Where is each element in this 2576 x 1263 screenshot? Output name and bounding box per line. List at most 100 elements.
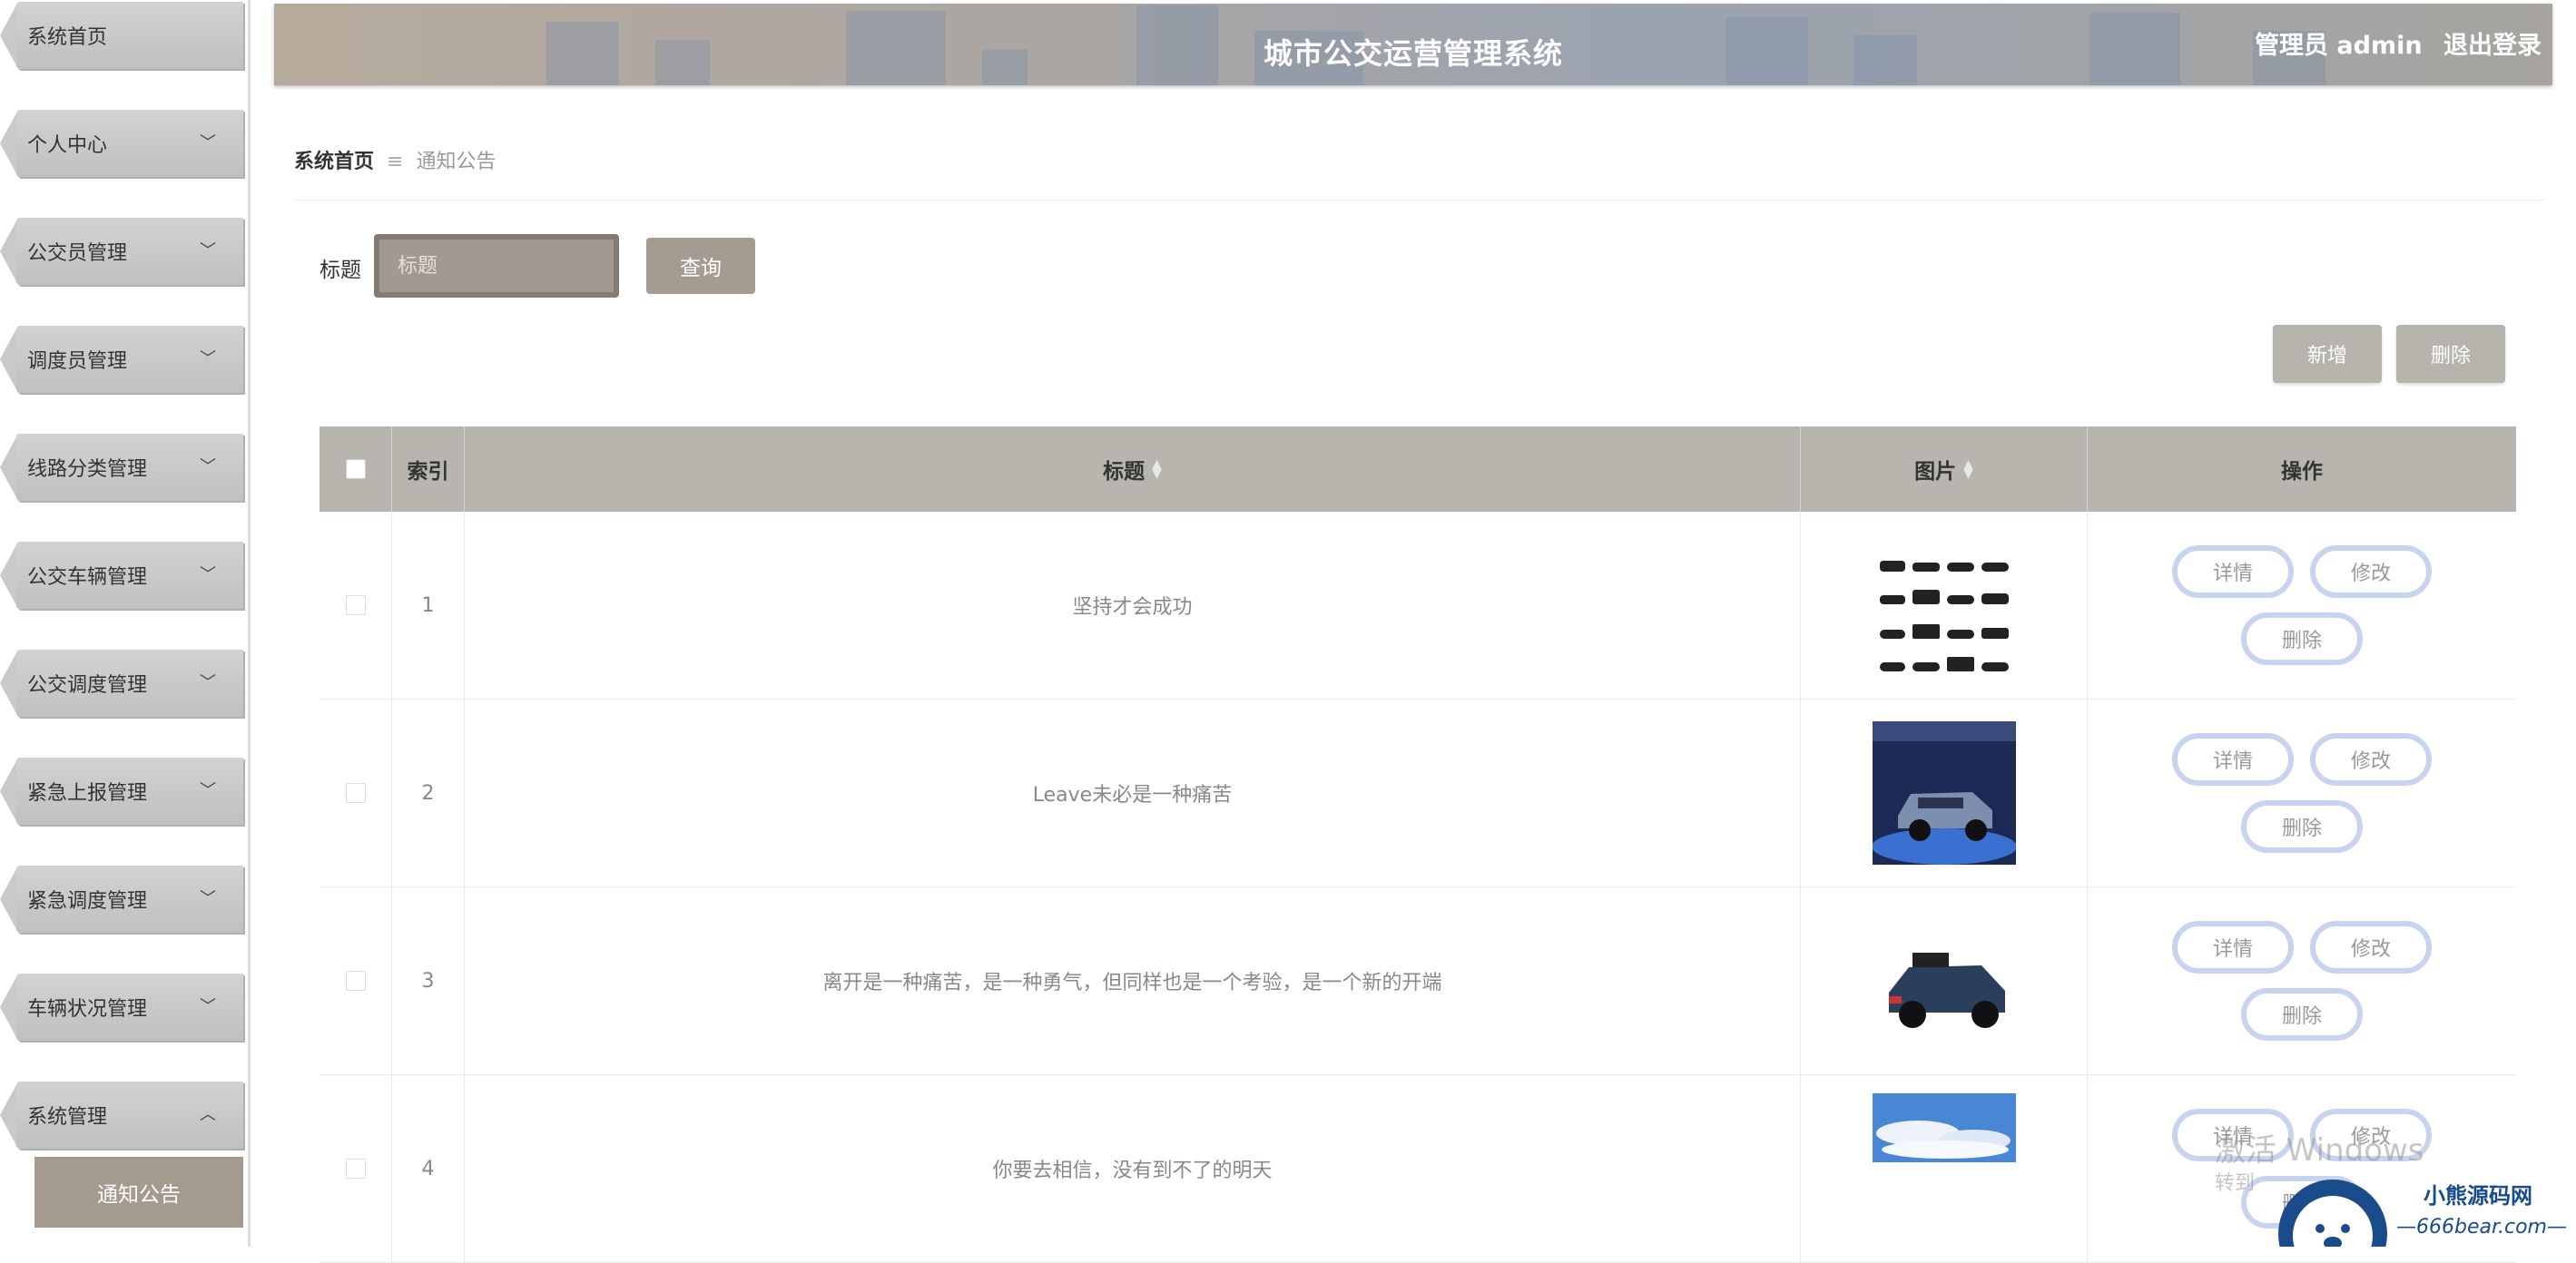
menu-arrow bbox=[0, 326, 18, 393]
operation-buttons: 详情 修改 删除 bbox=[2157, 733, 2447, 853]
table-row: 4 你要去相信，没有到不了的明天 详情 修改 删除 bbox=[320, 1075, 2516, 1263]
search-button[interactable]: 查询 bbox=[646, 238, 755, 294]
suv-showroom-image bbox=[1872, 721, 2016, 865]
row-checkbox-cell bbox=[320, 700, 392, 886]
menu-arrow bbox=[0, 974, 18, 1041]
batch-delete-button[interactable]: 删除 bbox=[2396, 325, 2505, 383]
table-header: 索引 标题 ▲ ▼ 图片 ▲ ▼ 操作 bbox=[320, 426, 2516, 512]
row-image-cell bbox=[1801, 700, 2088, 886]
sidebar: 系统首页 个人中心 ﹀ 公交员管理 ﹀ 调度员管理 ﹀ 线路分类管理 ﹀ 公交车… bbox=[0, 0, 251, 1247]
header-operation-label: 操作 bbox=[2281, 460, 2323, 484]
row-checkbox-cell bbox=[320, 887, 392, 1074]
detail-button[interactable]: 详情 bbox=[2172, 545, 2294, 598]
row-checkbox[interactable] bbox=[345, 1159, 366, 1179]
row-image-cell bbox=[1801, 1075, 2088, 1262]
sidebar-item-label: 系统管理 bbox=[27, 1106, 108, 1129]
row-index: 4 bbox=[392, 1075, 465, 1262]
toy-car-image bbox=[1872, 909, 2016, 1052]
site-url: —666bear.com— bbox=[2396, 1216, 2567, 1239]
title-search-input[interactable] bbox=[374, 234, 619, 298]
row-index: 1 bbox=[392, 512, 465, 699]
chevron-up-icon: ︿ bbox=[200, 1105, 216, 1124]
sidebar-item-route-category[interactable]: 线路分类管理 ﹀ bbox=[0, 434, 243, 501]
menu-arrow bbox=[0, 1082, 18, 1149]
sidebar-item-bus-dispatch[interactable]: 公交调度管理 ﹀ bbox=[0, 650, 243, 717]
chevron-down-icon: ﹀ bbox=[200, 457, 216, 476]
sidebar-subitem-notice[interactable]: 通知公告 bbox=[34, 1157, 243, 1228]
header-image[interactable]: 图片 ▲ ▼ bbox=[1801, 426, 2088, 512]
sidebar-item-vehicle-status[interactable]: 车辆状况管理 ﹀ bbox=[0, 974, 243, 1041]
sort-icon[interactable]: ▲ ▼ bbox=[1152, 458, 1162, 480]
sidebar-item-label: 公交调度管理 bbox=[27, 674, 148, 697]
select-all-checkbox[interactable] bbox=[345, 459, 366, 479]
sidebar-item-emergency-report[interactable]: 紧急上报管理 ﹀ bbox=[0, 758, 243, 825]
sidebar-item-personal-center[interactable]: 个人中心 ﹀ bbox=[0, 110, 243, 177]
row-operations: 详情 修改 删除 bbox=[2088, 512, 2516, 699]
detail-button[interactable]: 详情 bbox=[2172, 921, 2294, 974]
row-image-cell bbox=[1801, 887, 2088, 1074]
edit-button[interactable]: 修改 bbox=[2310, 733, 2432, 786]
delete-button[interactable]: 删除 bbox=[2241, 800, 2363, 853]
sky-clouds-image bbox=[1872, 1093, 2016, 1162]
row-title: 你要去相信，没有到不了的明天 bbox=[465, 1075, 1801, 1262]
sidebar-item-system-management[interactable]: 系统管理 ︿ bbox=[0, 1082, 243, 1149]
chevron-down-icon: ﹀ bbox=[200, 673, 216, 692]
table-row: 2 Leave未必是一种痛苦 详情 修改 删除 bbox=[320, 700, 2516, 887]
sidebar-item-home[interactable]: 系统首页 bbox=[0, 2, 243, 69]
row-checkbox-cell bbox=[320, 512, 392, 699]
chevron-down-icon: ﹀ bbox=[200, 565, 216, 584]
menu-arrow bbox=[0, 758, 18, 825]
sidebar-item-label: 紧急调度管理 bbox=[27, 890, 148, 913]
sort-icon[interactable]: ▲ ▼ bbox=[1963, 458, 1973, 480]
sidebar-item-label: 系统首页 bbox=[27, 26, 108, 49]
menu-arrow bbox=[0, 866, 18, 933]
delete-button[interactable]: 删除 bbox=[2241, 988, 2363, 1041]
edit-button[interactable]: 修改 bbox=[2310, 921, 2432, 974]
header-title-label: 标题 bbox=[1103, 460, 1145, 484]
row-title: 离开是一种痛苦，是一种勇气，但同样也是一个考验，是一个新的开端 bbox=[465, 887, 1801, 1074]
notice-table: 索引 标题 ▲ ▼ 图片 ▲ ▼ 操作 1 坚持才会成功 详情 修改 删除 2 … bbox=[320, 426, 2516, 1263]
row-operations: 详情 修改 删除 bbox=[2088, 700, 2516, 886]
add-button[interactable]: 新增 bbox=[2273, 325, 2382, 383]
row-checkbox[interactable] bbox=[345, 595, 366, 615]
edit-button[interactable]: 修改 bbox=[2310, 545, 2432, 598]
current-user: 管理员 admin bbox=[2255, 32, 2423, 60]
header-image-label: 图片 bbox=[1914, 460, 1957, 484]
sidebar-item-driver-management[interactable]: 公交员管理 ﹀ bbox=[0, 218, 243, 285]
sidebar-item-label: 个人中心 bbox=[27, 134, 108, 157]
sidebar-item-bus-vehicle[interactable]: 公交车辆管理 ﹀ bbox=[0, 542, 243, 609]
menu-arrow bbox=[0, 110, 18, 177]
breadcrumb-home[interactable]: 系统首页 bbox=[294, 151, 374, 173]
chevron-down-icon: ﹀ bbox=[200, 889, 216, 908]
menu-arrow bbox=[0, 650, 18, 717]
delete-button[interactable]: 删除 bbox=[2241, 612, 2363, 665]
logout-link[interactable]: 退出登录 bbox=[2443, 32, 2542, 60]
operation-buttons: 详情 修改 删除 bbox=[2157, 545, 2447, 665]
header-index: 索引 bbox=[392, 426, 465, 512]
menu-arrow bbox=[0, 542, 18, 609]
sidebar-item-emergency-dispatch[interactable]: 紧急调度管理 ﹀ bbox=[0, 866, 243, 933]
chevron-down-icon: ﹀ bbox=[200, 997, 216, 1016]
row-image-cell bbox=[1801, 512, 2088, 699]
row-checkbox[interactable] bbox=[345, 783, 366, 803]
detail-button[interactable]: 详情 bbox=[2172, 733, 2294, 786]
row-checkbox[interactable] bbox=[345, 971, 366, 991]
breadcrumb-separator-icon: ≡ bbox=[387, 151, 404, 173]
sidebar-item-dispatcher-management[interactable]: 调度员管理 ﹀ bbox=[0, 326, 243, 393]
header-title[interactable]: 标题 ▲ ▼ bbox=[465, 426, 1801, 512]
site-name: 小熊源码网 bbox=[2424, 1183, 2532, 1209]
row-operations: 详情 修改 删除 bbox=[2088, 887, 2516, 1074]
chevron-down-icon: ﹀ bbox=[200, 241, 216, 260]
row-index: 2 bbox=[392, 700, 465, 886]
table-row: 1 坚持才会成功 详情 修改 删除 bbox=[320, 512, 2516, 700]
sidebar-item-label: 紧急上报管理 bbox=[27, 782, 148, 805]
menu-arrow bbox=[0, 434, 18, 501]
row-index: 3 bbox=[392, 887, 465, 1074]
menu-tab: 系统首页 bbox=[16, 2, 243, 69]
sidebar-item-label: 调度员管理 bbox=[27, 350, 128, 373]
sidebar-item-label: 公交员管理 bbox=[27, 242, 128, 265]
sidebar-item-label: 车辆状况管理 bbox=[27, 998, 148, 1021]
header-operation: 操作 bbox=[2088, 426, 2516, 512]
header-index-label: 索引 bbox=[407, 460, 449, 484]
breadcrumb: 系统首页 ≡ 通知公告 bbox=[294, 145, 2545, 201]
